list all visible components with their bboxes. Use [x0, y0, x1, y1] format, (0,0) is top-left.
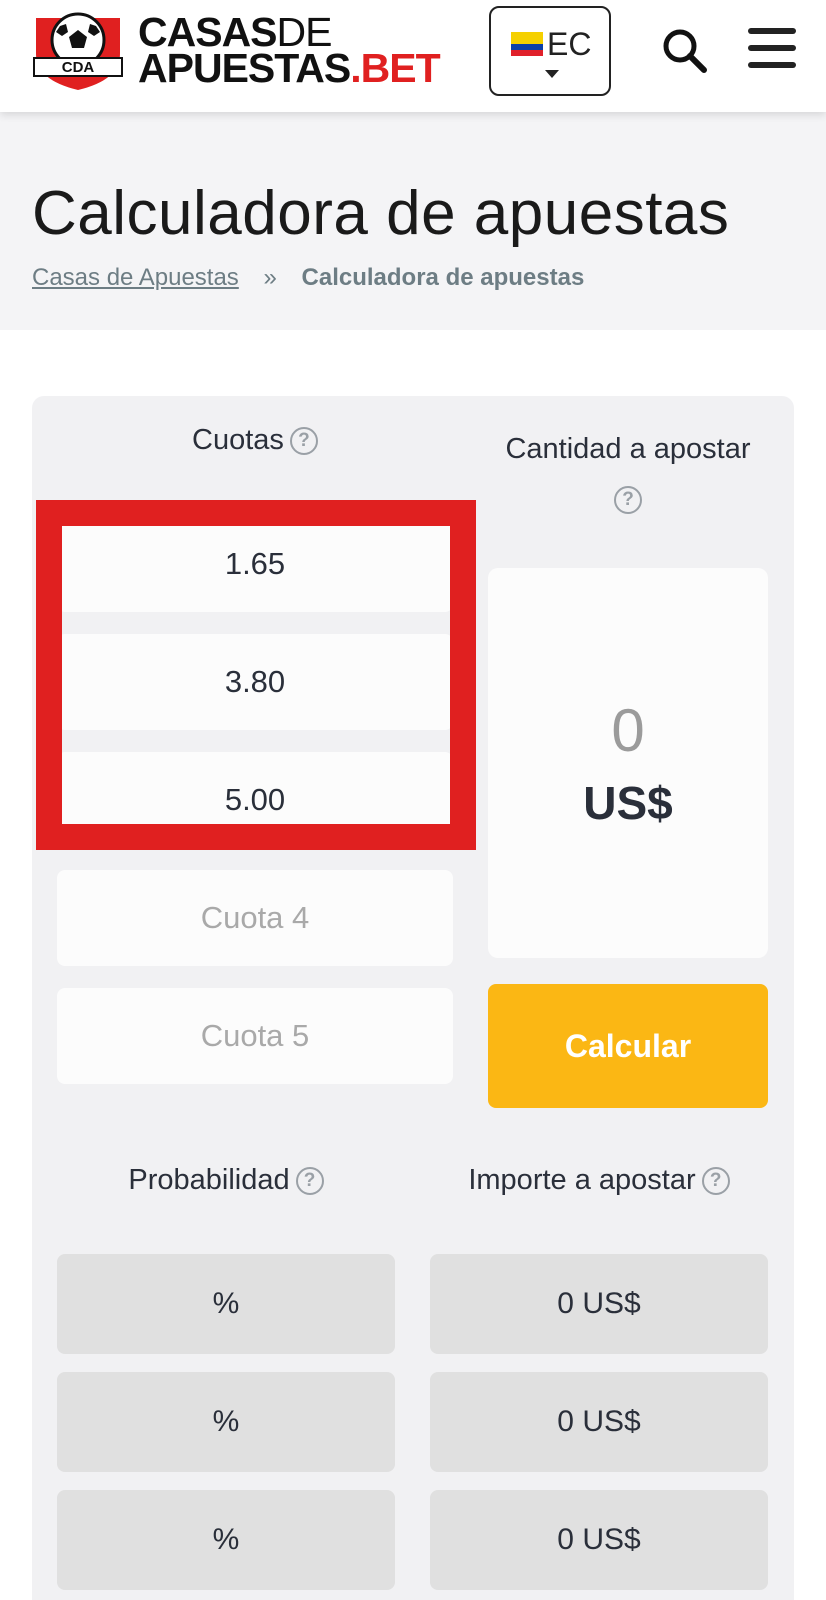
site-header: CDA CASASDE APUESTAS.BET EC: [0, 0, 826, 112]
svg-text:CDA: CDA: [62, 59, 95, 76]
help-icon[interactable]: ?: [295, 1167, 324, 1196]
page-title: Calculadora de apuestas: [32, 179, 730, 248]
probability-header: Probabilidad?: [57, 1164, 395, 1197]
help-icon[interactable]: ?: [614, 486, 642, 515]
breadcrumb-separator: »: [263, 264, 277, 291]
breadcrumb-home-link[interactable]: Casas de Apuestas: [32, 264, 239, 291]
hamburger-menu-icon[interactable]: [748, 28, 796, 72]
logo-badge-icon: CDA: [30, 8, 126, 92]
odds-input-5[interactable]: Cuota 5: [57, 988, 453, 1084]
breadcrumb-current: Calculadora de apuestas: [301, 264, 585, 291]
page-heading-section: Calculadora de apuestas Casas de Apuesta…: [0, 112, 826, 330]
amount-header: Importe a apostar?: [430, 1164, 768, 1197]
help-icon[interactable]: ?: [701, 1167, 730, 1196]
site-logo[interactable]: CDA CASASDE APUESTAS.BET: [30, 8, 460, 92]
help-icon[interactable]: ?: [289, 427, 318, 456]
amount-output-1: 0 US$: [430, 1254, 768, 1354]
stake-currency: US$: [583, 777, 673, 829]
amount-output-3: 0 US$: [430, 1490, 768, 1590]
probability-output-3: %: [57, 1490, 395, 1590]
calculate-button[interactable]: Calcular: [488, 984, 768, 1108]
odds-input-1[interactable]: 1.65: [57, 516, 453, 612]
search-icon[interactable]: [660, 26, 710, 76]
probability-output-2: %: [57, 1372, 395, 1472]
stake-header: Cantidad a apostar ?: [480, 424, 776, 524]
logo-word-apuestas: APUESTAS: [138, 45, 351, 91]
odds-input-4[interactable]: Cuota 4: [57, 870, 453, 966]
logo-wordmark: CASASDE APUESTAS.BET: [138, 12, 441, 89]
caret-down-icon: [545, 70, 559, 78]
odds-input-2[interactable]: 3.80: [57, 634, 453, 730]
logo-word-bet: .BET: [350, 45, 440, 91]
breadcrumb: Casas de Apuestas » Calculadora de apues…: [32, 264, 584, 292]
language-selector[interactable]: EC: [489, 6, 611, 96]
probability-output-1: %: [57, 1254, 395, 1354]
odds-input-3[interactable]: 5.00: [57, 752, 453, 848]
stake-value: 0: [611, 697, 645, 764]
stake-input[interactable]: 0 US$: [488, 568, 768, 958]
ecuador-flag-icon: [511, 32, 543, 56]
language-code: EC: [547, 26, 592, 62]
amount-output-2: 0 US$: [430, 1372, 768, 1472]
odds-header: Cuotas?: [57, 424, 453, 457]
bet-calculator: Cuotas? Cantidad a apostar ? 1.65 3.80 5…: [32, 396, 794, 1600]
